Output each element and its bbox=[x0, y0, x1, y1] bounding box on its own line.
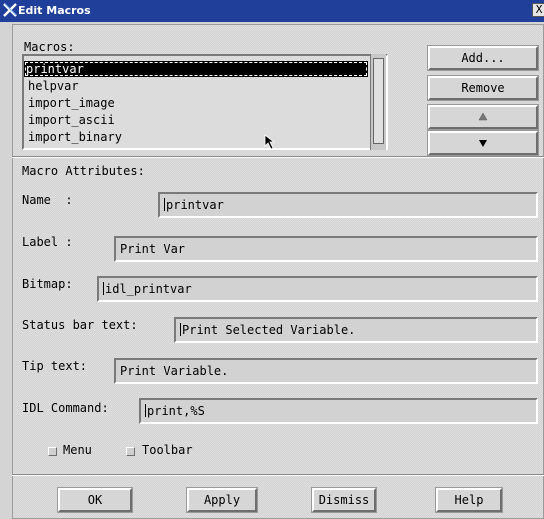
dismiss-button[interactable]: Dismiss bbox=[312, 488, 376, 512]
scrollbar-thumb[interactable] bbox=[373, 58, 384, 144]
add-button[interactable]: Add... bbox=[428, 46, 538, 70]
apply-button[interactable]: Apply bbox=[187, 488, 257, 512]
idl-command-field[interactable]: print,%S bbox=[139, 398, 538, 424]
list-item[interactable]: import_ascii bbox=[26, 112, 115, 128]
status-bar-text-field[interactable]: Print Selected Variable. bbox=[174, 317, 538, 343]
macros-label: Macros: bbox=[24, 40, 75, 54]
text-cursor bbox=[180, 323, 181, 336]
bitmap-value: idl_printvar bbox=[105, 282, 192, 296]
title-bar[interactable]: Edit Macros bbox=[0, 0, 544, 22]
list-item[interactable]: import_binary bbox=[26, 129, 122, 145]
name-label: Name : bbox=[22, 193, 73, 207]
move-down-button[interactable] bbox=[428, 131, 538, 155]
label-label: Label : bbox=[22, 235, 73, 249]
help-button[interactable]: Help bbox=[436, 488, 502, 512]
toolbar-checkbox-label: Toolbar bbox=[142, 443, 193, 457]
status-bar-text-label: Status bar text: bbox=[22, 318, 138, 332]
text-cursor bbox=[145, 404, 146, 417]
close-icon[interactable]: X bbox=[532, 3, 544, 17]
tip-text-label: Tip text: bbox=[22, 359, 88, 373]
list-item[interactable]: printvar bbox=[24, 61, 368, 77]
separator bbox=[12, 474, 544, 476]
macro-attributes-label: Macro Attributes: bbox=[22, 164, 145, 178]
list-item[interactable]: import_image bbox=[26, 95, 115, 111]
menu-checkbox-label: Menu bbox=[63, 443, 92, 457]
idl-command-value: print,%S bbox=[147, 404, 205, 418]
window-title: Edit Macros bbox=[18, 4, 91, 17]
name-field[interactable]: printvar bbox=[158, 192, 538, 218]
list-item[interactable]: helpvar bbox=[26, 78, 79, 94]
x-logo-icon bbox=[3, 3, 17, 17]
text-cursor bbox=[164, 198, 165, 211]
mouse-pointer-icon bbox=[264, 134, 276, 150]
triangle-up-icon bbox=[478, 112, 488, 121]
macros-list[interactable]: printvar helpvar import_image import_asc… bbox=[22, 54, 388, 150]
remove-button[interactable]: Remove bbox=[428, 76, 538, 100]
ok-button[interactable]: OK bbox=[58, 488, 132, 512]
triangle-down-icon bbox=[479, 140, 487, 147]
move-up-button[interactable] bbox=[428, 105, 538, 129]
text-cursor bbox=[103, 282, 104, 295]
bitmap-label: Bitmap: bbox=[22, 277, 73, 291]
idl-command-label: IDL Command: bbox=[22, 401, 109, 415]
status-bar-text-value: Print Selected Variable. bbox=[182, 323, 356, 337]
menu-checkbox[interactable] bbox=[48, 447, 57, 456]
name-value: printvar bbox=[166, 198, 224, 212]
bitmap-field[interactable]: idl_printvar bbox=[97, 276, 538, 302]
label-field[interactable]: Print Var bbox=[114, 236, 538, 262]
separator bbox=[12, 156, 544, 158]
toolbar-checkbox[interactable] bbox=[126, 447, 135, 456]
tip-text-field[interactable]: Print Variable. bbox=[114, 358, 538, 384]
